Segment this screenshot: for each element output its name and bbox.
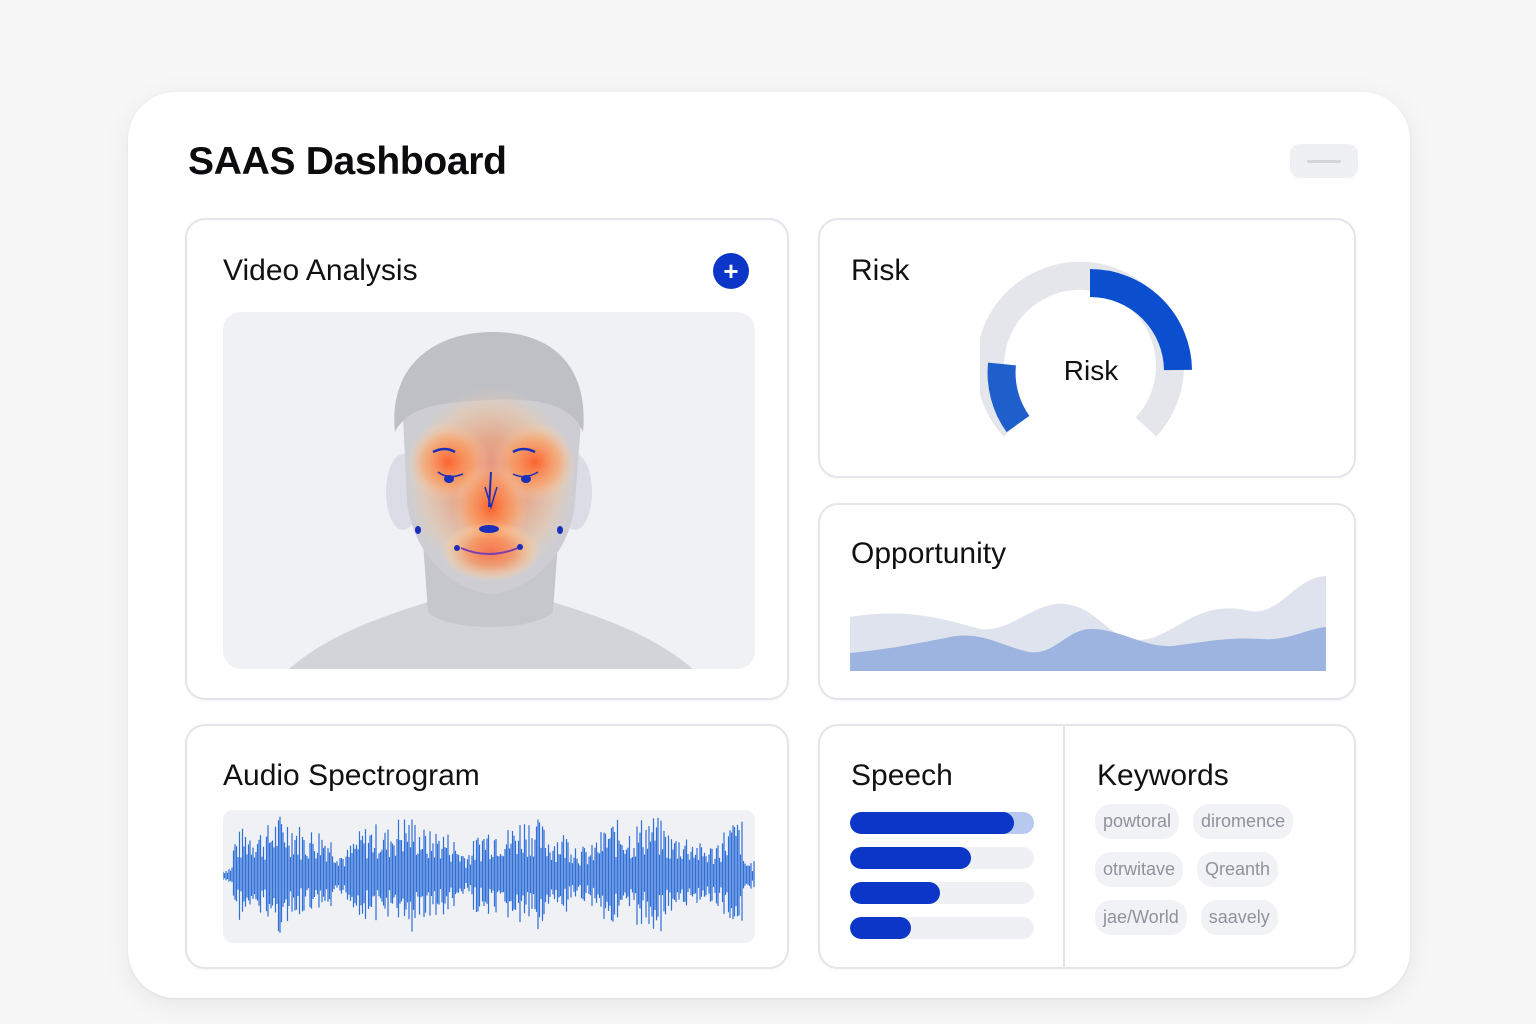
opportunity-title: Opportunity [851, 537, 1007, 570]
page-title: SAAS Dashboard [188, 140, 507, 183]
video-analysis-title: Video Analysis [223, 254, 418, 287]
speech-bar [850, 812, 1034, 834]
speech-bar-fill [850, 847, 972, 869]
keyword-chip[interactable]: saavely [1200, 900, 1278, 935]
speech-keywords-card: Speech Keywords powtoral diromence otrwi… [818, 724, 1356, 969]
keyword-row: otrwitave Qreanth [1095, 852, 1335, 887]
risk-title: Risk [851, 254, 910, 287]
keyword-chip[interactable]: Qreanth [1197, 852, 1279, 887]
audio-spectrogram-card: Audio Spectrogram [185, 724, 789, 969]
keyword-row: powtoral diromence [1095, 804, 1335, 839]
keyword-chip[interactable]: otrwitave [1095, 852, 1184, 887]
audio-frame[interactable] [223, 810, 755, 943]
opportunity-card: Opportunity [818, 503, 1356, 700]
speech-bars [850, 812, 1034, 952]
audio-spectrogram-title: Audio Spectrogram [223, 759, 480, 792]
speech-title: Speech [851, 759, 953, 792]
plus-icon: + [723, 256, 739, 286]
keyword-chip[interactable]: jae/World [1095, 900, 1187, 935]
keyword-row: jae/World saavely [1095, 900, 1335, 935]
keywords-title: Keywords [1097, 759, 1229, 792]
video-analysis-card: Video Analysis + [185, 218, 789, 700]
divider [1063, 726, 1065, 967]
add-button[interactable]: + [713, 253, 749, 289]
speech-bar [850, 882, 1034, 904]
risk-gauge-label: Risk [1064, 355, 1119, 386]
speech-bar-fill [850, 812, 1014, 834]
opportunity-area-chart [850, 576, 1326, 671]
video-frame[interactable] [223, 312, 755, 669]
keyword-chip[interactable]: powtoral [1095, 804, 1180, 839]
face-heatmap-image [289, 332, 693, 669]
speech-bar [850, 847, 1034, 869]
speech-bar-fill [850, 882, 941, 904]
audio-waveform [223, 816, 755, 933]
risk-gauge: Risk [980, 261, 1192, 437]
keyword-chips: powtoral diromence otrwitave Qreanth jae… [1095, 804, 1335, 948]
speech-bar-fill [850, 917, 911, 939]
risk-card: Risk Risk [818, 218, 1356, 478]
dashboard-panel: SAAS Dashboard Video Analysis + Risk Ris… [128, 92, 1410, 998]
menu-button[interactable] [1290, 144, 1358, 178]
keyword-chip[interactable]: diromence [1193, 804, 1294, 839]
speech-bar [850, 917, 1034, 939]
